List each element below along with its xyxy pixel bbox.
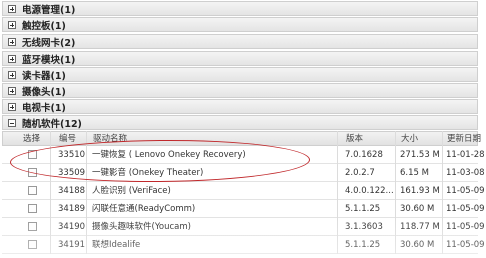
row-checkbox[interactable] xyxy=(28,186,37,195)
row-size: 118.77 M xyxy=(400,222,440,232)
category-label: 读卡器(1) xyxy=(22,70,66,82)
row-version: 5.1.1.25 xyxy=(345,240,381,250)
row-date: 11-03-08 xyxy=(446,168,485,178)
expand-plus-icon[interactable] xyxy=(8,4,16,13)
row-name[interactable]: 摄像头趣味软件(Youcam) xyxy=(92,220,191,235)
row-checkbox[interactable] xyxy=(28,204,37,213)
row-checkbox[interactable] xyxy=(28,240,37,249)
category-row-camera[interactable]: 摄像头(1) xyxy=(2,83,478,98)
category-row-bluetooth[interactable]: 蓝牙模块(1) xyxy=(2,51,478,66)
row-date: 11-05-09 xyxy=(446,222,485,232)
table-row: 34189 闪联任意通(ReadyComm) 5.1.1.25 30.60 M … xyxy=(2,200,485,218)
header-version: 版本 xyxy=(346,134,364,144)
category-label: 触控板(1) xyxy=(22,20,66,32)
category-label: 无线网卡(2) xyxy=(22,37,76,49)
header-date: 更新日期 xyxy=(447,134,482,144)
category-row-touchpad[interactable]: 触控板(1) xyxy=(2,17,478,32)
expand-plus-icon[interactable] xyxy=(8,70,16,79)
expand-plus-icon[interactable] xyxy=(8,86,16,95)
row-id: 34188 xyxy=(58,186,86,196)
row-version: 2.0.2.7 xyxy=(345,168,375,178)
header-size: 大小 xyxy=(401,134,419,144)
row-size: 30.60 M xyxy=(400,240,435,250)
row-name[interactable]: 闪联任意通(ReadyComm) xyxy=(92,202,195,217)
category-row-tv-card[interactable]: 电视卡(1) xyxy=(2,99,478,114)
driver-list-panel: 电源管理(1) 触控板(1) 无线网卡(2) 蓝牙模块(1) 读卡器(1) 摄像… xyxy=(0,0,486,258)
expand-plus-icon[interactable] xyxy=(8,37,16,46)
category-row-power[interactable]: 电源管理(1) xyxy=(2,1,478,16)
column-divider xyxy=(337,131,338,254)
row-name[interactable]: 人脸识别 (VeriFace) xyxy=(92,184,171,199)
category-row-wireless[interactable]: 无线网卡(2) xyxy=(2,34,478,49)
row-date: 11-05-09 xyxy=(446,204,485,214)
table-row: 34188 人脸识别 (VeriFace) 4.0.0.122... 161.9… xyxy=(2,182,485,200)
row-name[interactable]: 联想Idealife xyxy=(92,238,140,253)
table-row: 34191 联想Idealife 5.1.1.25 30.60 M 11-05-… xyxy=(2,236,485,254)
row-version: 3.1.3603 xyxy=(345,222,383,232)
row-size: 6.15 M xyxy=(400,168,429,178)
table-row: 34190 摄像头趣味软件(Youcam) 3.1.3603 118.77 M … xyxy=(2,218,485,236)
row-id: 34190 xyxy=(58,222,86,232)
row-id: 34191 xyxy=(58,240,86,250)
category-label: 蓝牙模块(1) xyxy=(22,54,76,66)
category-label: 电源管理(1) xyxy=(22,4,76,16)
row-size: 161.93 M xyxy=(400,186,440,196)
row-size: 271.53 M xyxy=(400,150,440,160)
category-row-card-reader[interactable]: 读卡器(1) xyxy=(2,67,478,82)
expand-plus-icon[interactable] xyxy=(8,20,16,29)
row-id: 34189 xyxy=(58,204,86,214)
header-select: 选择 xyxy=(23,134,41,144)
row-date: 11-05-09 xyxy=(446,186,485,196)
column-divider xyxy=(442,131,443,254)
row-checkbox[interactable] xyxy=(28,222,37,231)
row-version: 5.1.1.25 xyxy=(345,204,381,214)
row-date: 11-05-09 xyxy=(446,240,485,250)
row-version: 4.0.0.122... xyxy=(345,186,394,196)
collapse-minus-icon[interactable] xyxy=(8,118,16,127)
row-date: 11-01-28 xyxy=(446,150,485,160)
category-row-bundled-software[interactable]: 随机软件(12) xyxy=(2,115,478,130)
column-divider xyxy=(395,131,396,254)
category-label: 随机软件(12) xyxy=(22,118,82,130)
expand-plus-icon[interactable] xyxy=(8,102,16,111)
expand-plus-icon[interactable] xyxy=(8,54,16,63)
row-size: 30.60 M xyxy=(400,204,435,214)
row-version: 7.0.1628 xyxy=(345,150,383,160)
category-label: 摄像头(1) xyxy=(22,86,66,98)
category-label: 电视卡(1) xyxy=(22,102,66,114)
